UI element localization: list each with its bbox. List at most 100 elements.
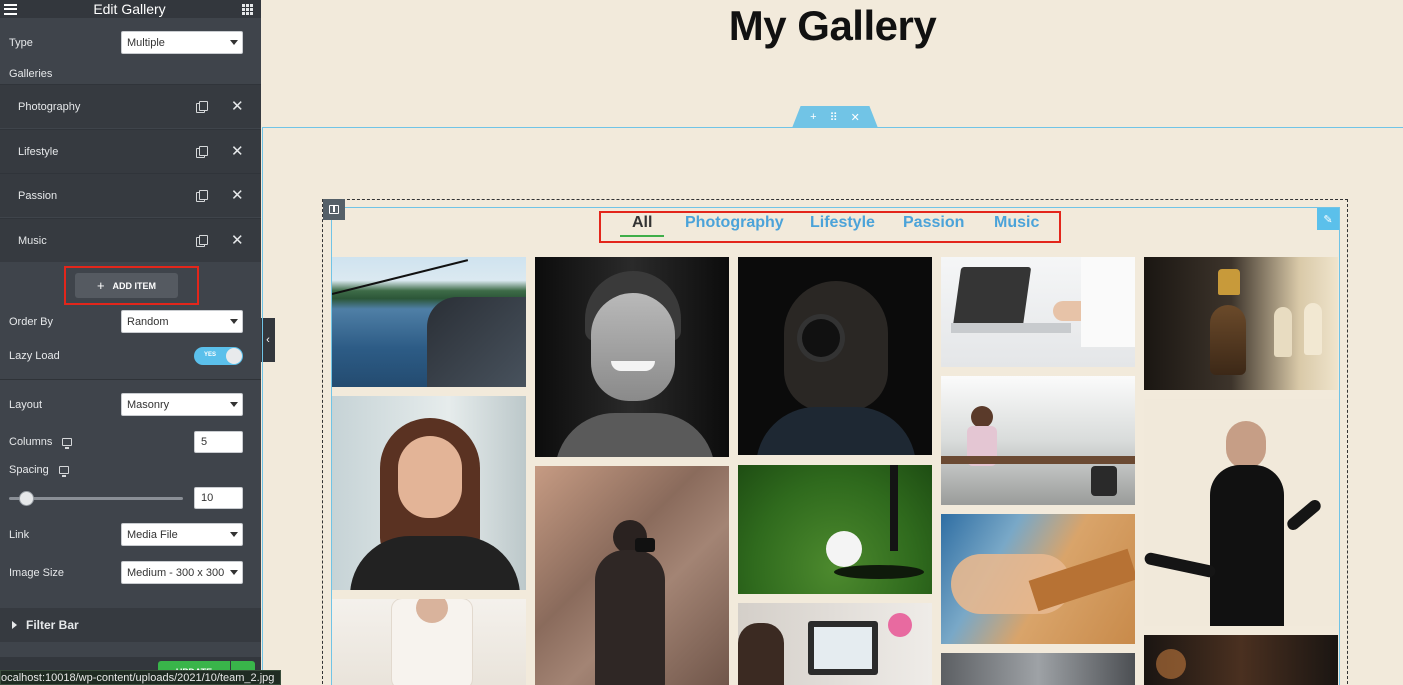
editor-panel: Edit Gallery Type Multiple Galleries Pho… bbox=[0, 0, 261, 685]
filter-tab-all[interactable]: All bbox=[632, 214, 652, 232]
spacing-slider-track[interactable] bbox=[9, 497, 183, 500]
gallery-image-man-smiling[interactable] bbox=[535, 257, 729, 457]
drag-handle-icon[interactable]: ⠿ bbox=[830, 111, 838, 124]
lazy-load-control: Lazy Load YES bbox=[9, 347, 243, 365]
type-select-value: Multiple bbox=[127, 36, 165, 49]
link-value: Media File bbox=[127, 528, 178, 541]
close-icon[interactable]: ✕ bbox=[231, 233, 244, 248]
columns-control: Columns 5 bbox=[9, 431, 243, 453]
gallery-image-speaker[interactable] bbox=[1144, 399, 1338, 626]
close-icon[interactable]: ✕ bbox=[231, 188, 244, 203]
gallery-item-label: Lifestyle bbox=[18, 145, 59, 158]
gallery-item-lifestyle[interactable]: Lifestyle ✕ bbox=[0, 129, 261, 173]
gallery-item-photography[interactable]: Photography ✕ bbox=[0, 84, 261, 128]
order-by-value: Random bbox=[127, 315, 169, 328]
close-icon[interactable]: ✕ bbox=[231, 144, 244, 159]
image-size-label: Image Size bbox=[9, 566, 65, 579]
spacing-input[interactable]: 10 bbox=[194, 487, 243, 509]
filter-tab-passion[interactable]: Passion bbox=[903, 214, 964, 232]
image-size-value: Medium - 300 x 300 bbox=[127, 566, 225, 579]
section-handle[interactable]: + ⠿ ✕ bbox=[792, 106, 878, 128]
layout-label: Layout bbox=[9, 398, 43, 411]
duplicate-icon[interactable] bbox=[196, 146, 208, 158]
panel-header: Edit Gallery bbox=[0, 0, 261, 18]
duplicate-icon[interactable] bbox=[196, 190, 208, 202]
layout-value: Masonry bbox=[127, 398, 170, 411]
pencil-icon: ✎ bbox=[1323, 213, 1333, 226]
filter-tab-music[interactable]: Music bbox=[994, 214, 1039, 232]
gallery-image-fishing[interactable] bbox=[332, 257, 526, 387]
chevron-down-icon bbox=[230, 402, 238, 407]
add-item-button[interactable]: + ADD ITEM bbox=[75, 273, 178, 298]
page-title: My Gallery bbox=[728, 2, 937, 49]
gallery-image-woman-portrait[interactable] bbox=[332, 396, 526, 590]
edit-widget-button[interactable]: ✎ bbox=[1317, 208, 1339, 230]
chevron-down-icon bbox=[230, 40, 238, 45]
duplicate-icon[interactable] bbox=[196, 101, 208, 113]
close-icon[interactable]: ✕ bbox=[231, 99, 244, 114]
order-by-label: Order By bbox=[9, 315, 54, 328]
toggle-knob bbox=[226, 348, 242, 364]
link-select[interactable]: Media File bbox=[121, 523, 243, 546]
columns-label-wrap: Columns bbox=[9, 436, 73, 450]
desktop-icon[interactable] bbox=[62, 438, 73, 450]
filter-bar-label: Filter Bar bbox=[26, 618, 79, 632]
desktop-icon[interactable] bbox=[58, 466, 69, 478]
spacing-label-wrap: Spacing bbox=[9, 464, 69, 478]
type-label: Type bbox=[9, 36, 33, 49]
gallery-image-camera-lens[interactable] bbox=[738, 257, 932, 455]
panel-title: Edit Gallery bbox=[93, 1, 166, 17]
filter-bar-section[interactable]: Filter Bar bbox=[0, 608, 261, 642]
gallery-image-golf-ball[interactable] bbox=[738, 465, 932, 594]
chevron-down-icon bbox=[230, 570, 238, 575]
add-item-label: ADD ITEM bbox=[112, 280, 157, 291]
spacing-input-wrap: 10 bbox=[194, 487, 243, 509]
type-select[interactable]: Multiple bbox=[121, 31, 243, 54]
column-handle[interactable] bbox=[323, 199, 345, 220]
order-by-control: Order By Random bbox=[9, 310, 243, 333]
gallery-image-dark-music[interactable] bbox=[1144, 635, 1338, 685]
layout-control: Layout Masonry bbox=[9, 393, 243, 416]
filter-tab-lifestyle[interactable]: Lifestyle bbox=[810, 214, 875, 232]
gallery-image-woman-studio[interactable] bbox=[941, 376, 1135, 505]
galleries-label: Galleries bbox=[9, 68, 53, 80]
columns-label: Columns bbox=[9, 436, 53, 448]
toggle-state-label: YES bbox=[204, 352, 217, 358]
chevron-down-icon bbox=[230, 319, 238, 324]
filter-tab-photography[interactable]: Photography bbox=[685, 214, 784, 232]
add-item-highlight: + ADD ITEM bbox=[64, 266, 199, 305]
column-icon bbox=[329, 205, 339, 214]
widgets-grid-icon[interactable] bbox=[241, 3, 253, 15]
spacing-slider-handle[interactable] bbox=[19, 491, 34, 506]
gallery-image-street[interactable] bbox=[941, 653, 1135, 685]
link-control: Link Media File bbox=[9, 523, 243, 546]
link-label: Link bbox=[9, 528, 30, 541]
image-size-control: Image Size Medium - 300 x 300 bbox=[9, 561, 243, 584]
duplicate-icon[interactable] bbox=[196, 235, 208, 247]
divider bbox=[0, 379, 261, 380]
order-by-select[interactable]: Random bbox=[121, 310, 243, 333]
gallery-image-laptop-flowers[interactable] bbox=[738, 603, 932, 685]
lazy-load-toggle[interactable]: YES bbox=[194, 347, 243, 365]
menu-icon[interactable] bbox=[4, 3, 17, 15]
layout-select[interactable]: Masonry bbox=[121, 393, 243, 416]
gallery-image-laptop-typing[interactable] bbox=[941, 257, 1135, 367]
columns-input[interactable]: 5 bbox=[194, 431, 243, 453]
gallery-image-woman-white[interactable] bbox=[332, 599, 526, 685]
image-size-select[interactable]: Medium - 300 x 300 bbox=[121, 561, 243, 584]
gallery-image-photographer[interactable] bbox=[535, 466, 729, 685]
lazy-load-label: Lazy Load bbox=[9, 350, 60, 362]
type-control: Type Multiple bbox=[9, 31, 243, 54]
delete-section-icon[interactable]: ✕ bbox=[851, 111, 860, 124]
plus-icon: + bbox=[96, 278, 105, 293]
gallery-item-passion[interactable]: Passion ✕ bbox=[0, 173, 261, 217]
gallery-item-music[interactable]: Music ✕ bbox=[0, 218, 261, 262]
gallery-image-chess[interactable] bbox=[1144, 257, 1338, 390]
add-section-icon[interactable]: + bbox=[810, 111, 816, 123]
chevron-down-icon bbox=[230, 532, 238, 537]
gallery-image-guitar[interactable] bbox=[941, 514, 1135, 644]
active-tab-indicator bbox=[620, 235, 664, 237]
spacing-label-row: Spacing bbox=[9, 464, 243, 478]
galleries-heading-row: Galleries bbox=[9, 68, 243, 80]
gallery-item-label: Music bbox=[18, 234, 47, 247]
